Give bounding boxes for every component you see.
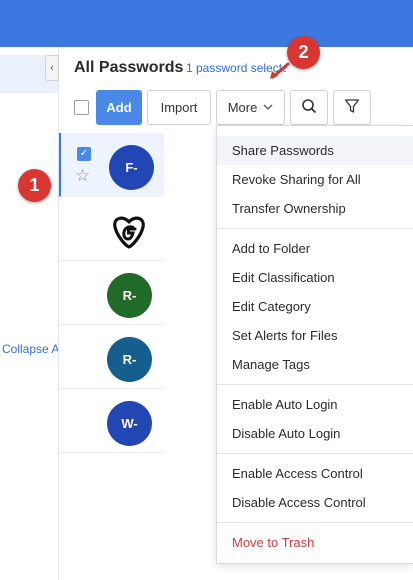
chevron-down-icon	[263, 102, 273, 113]
chevron-left-icon: ‹	[50, 62, 54, 74]
filter-icon	[344, 98, 360, 117]
collapse-panel-button[interactable]: ‹	[45, 55, 59, 81]
menu-item-set-alerts[interactable]: Set Alerts for Files	[217, 321, 413, 350]
collapse-all-link[interactable]: Collapse All	[2, 342, 58, 356]
password-row[interactable]: ✓ ☆ F-	[59, 133, 164, 197]
menu-item-transfer-ownership[interactable]: Transfer Ownership	[217, 194, 413, 223]
password-list: ✓ ☆ F- R- R- W-	[59, 133, 164, 453]
avatar: R-	[107, 273, 152, 318]
search-button[interactable]	[290, 90, 328, 125]
menu-divider	[217, 384, 413, 385]
menu-item-edit-category[interactable]: Edit Category	[217, 292, 413, 321]
menu-item-share-passwords[interactable]: Share Passwords	[217, 136, 413, 165]
page-title: All Passwords	[74, 59, 184, 76]
menu-item-disable-auto-login[interactable]: Disable Auto Login	[217, 419, 413, 448]
more-button-label: More	[227, 100, 258, 115]
select-all-checkbox[interactable]	[74, 100, 89, 115]
menu-item-edit-classification[interactable]: Edit Classification	[217, 263, 413, 292]
annotation-arrow	[270, 62, 290, 79]
search-icon	[301, 98, 317, 117]
menu-divider	[217, 228, 413, 229]
menu-divider	[217, 522, 413, 523]
menu-item-move-to-trash[interactable]: Move to Trash	[217, 528, 413, 557]
password-row[interactable]: W-	[59, 389, 164, 453]
password-row[interactable]: R-	[59, 325, 164, 389]
godaddy-logo	[109, 212, 149, 252]
password-row[interactable]: R-	[59, 261, 164, 325]
menu-item-enable-auto-login[interactable]: Enable Auto Login	[217, 390, 413, 419]
menu-divider	[217, 453, 413, 454]
avatar: R-	[107, 337, 152, 382]
row-checkbox[interactable]: ✓	[77, 147, 91, 161]
password-row[interactable]	[59, 197, 164, 261]
star-icon[interactable]: ☆	[75, 167, 90, 184]
menu-item-revoke-sharing[interactable]: Revoke Sharing for All	[217, 165, 413, 194]
menu-item-manage-tags[interactable]: Manage Tags	[217, 350, 413, 379]
left-pane: Collapse All	[0, 47, 59, 580]
more-dropdown-menu: Share Passwords Revoke Sharing for All T…	[216, 125, 413, 564]
step-badge-2: 2	[287, 36, 320, 69]
step-badge-1: 1	[18, 169, 51, 202]
filter-button[interactable]	[333, 90, 371, 125]
more-button[interactable]: More	[216, 90, 285, 125]
import-button[interactable]: Import	[147, 90, 211, 125]
avatar: W-	[107, 401, 152, 446]
top-bar	[0, 0, 413, 47]
menu-item-add-to-folder[interactable]: Add to Folder	[217, 234, 413, 263]
add-button[interactable]: Add	[96, 90, 142, 125]
menu-item-disable-access-control[interactable]: Disable Access Control	[217, 488, 413, 517]
menu-item-enable-access-control[interactable]: Enable Access Control	[217, 459, 413, 488]
avatar: F-	[109, 145, 154, 190]
